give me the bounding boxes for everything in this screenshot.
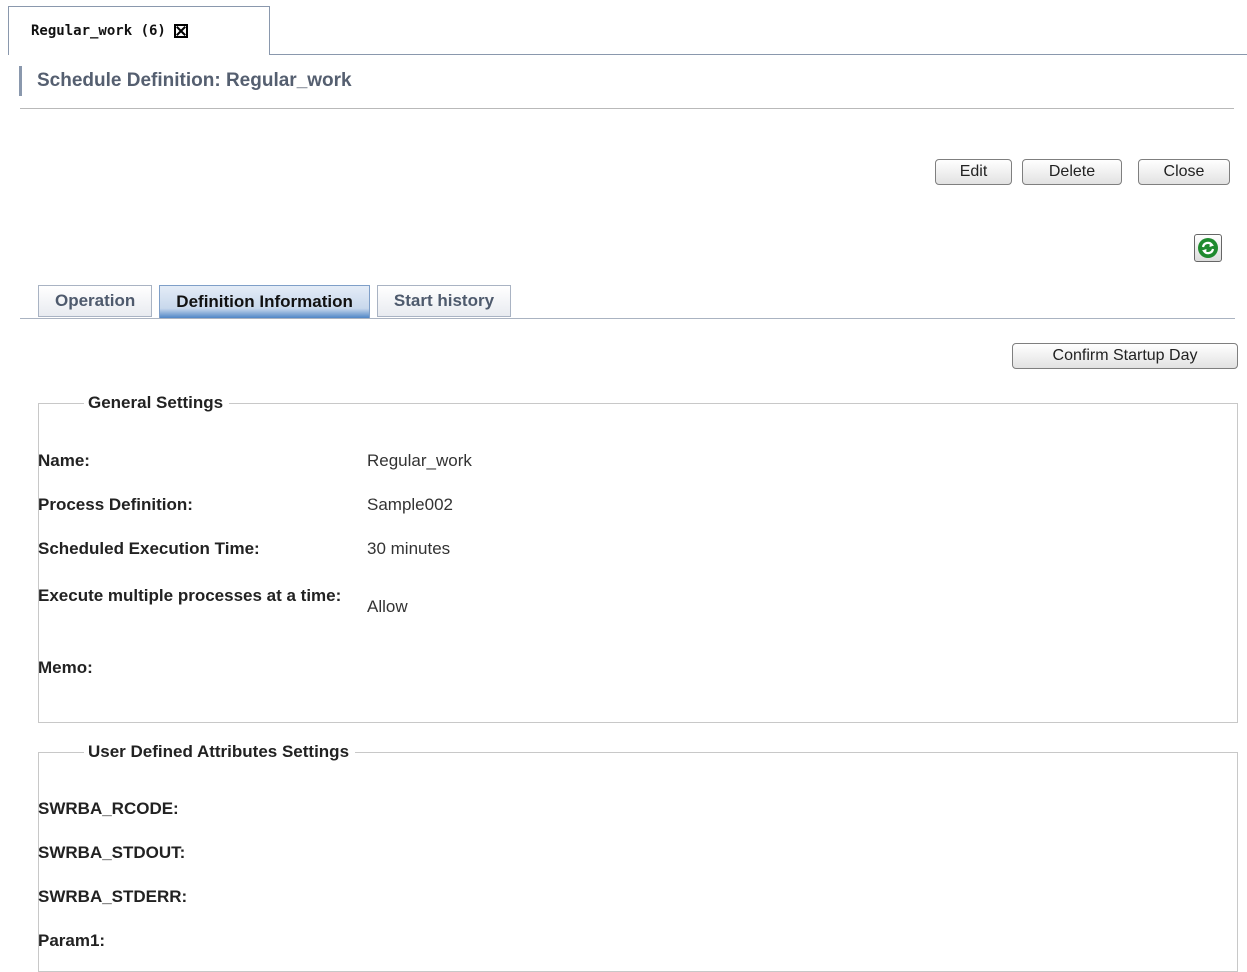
tab-definition-information[interactable]: Definition Information — [159, 285, 370, 319]
tab-start-history[interactable]: Start history — [376, 285, 512, 317]
name-label: Name: — [38, 451, 90, 470]
user-defined-attributes-title: User Defined Attributes Settings — [66, 742, 355, 762]
close-button[interactable]: Close — [1138, 159, 1230, 185]
swrba-rcode-label: SWRBA_RCODE: — [38, 799, 179, 818]
tabs-divider — [20, 318, 1235, 319]
title-divider — [20, 108, 1234, 109]
general-settings-title: General Settings — [66, 393, 229, 413]
edit-button[interactable]: Edit — [935, 159, 1012, 185]
tab-strip-divider — [270, 54, 1247, 55]
document-tab-label: Regular_work (6) — [31, 23, 166, 39]
tab-operation[interactable]: Operation — [38, 285, 153, 317]
memo-label: Memo: — [38, 658, 93, 677]
param1-label: Param1: — [38, 931, 106, 950]
scheduled-execution-time-value: 30 minutes — [367, 539, 451, 558]
document-tab[interactable]: Regular_work (6) — [8, 6, 270, 55]
refresh-icon — [1198, 238, 1218, 258]
close-icon[interactable] — [173, 24, 188, 38]
swrba-stderr-label: SWRBA_STDERR: — [38, 887, 188, 906]
execute-multiple-label: Execute multiple processes at a time: — [38, 586, 342, 605]
delete-button[interactable]: Delete — [1022, 159, 1122, 185]
page-title: Schedule Definition: Regular_work — [19, 66, 352, 96]
scheduled-execution-time-label: Scheduled Execution Time: — [38, 539, 260, 558]
name-value: Regular_work — [367, 451, 472, 470]
process-definition-value: Sample002 — [367, 495, 454, 514]
refresh-button[interactable] — [1194, 234, 1222, 262]
process-definition-label: Process Definition: — [38, 495, 193, 514]
confirm-startup-day-button[interactable]: Confirm Startup Day — [1012, 343, 1238, 369]
swrba-stdout-label: SWRBA_STDOUT: — [38, 843, 186, 862]
execute-multiple-value: Allow — [367, 597, 408, 616]
content-tabs: Operation Definition Information Start h… — [38, 285, 518, 319]
